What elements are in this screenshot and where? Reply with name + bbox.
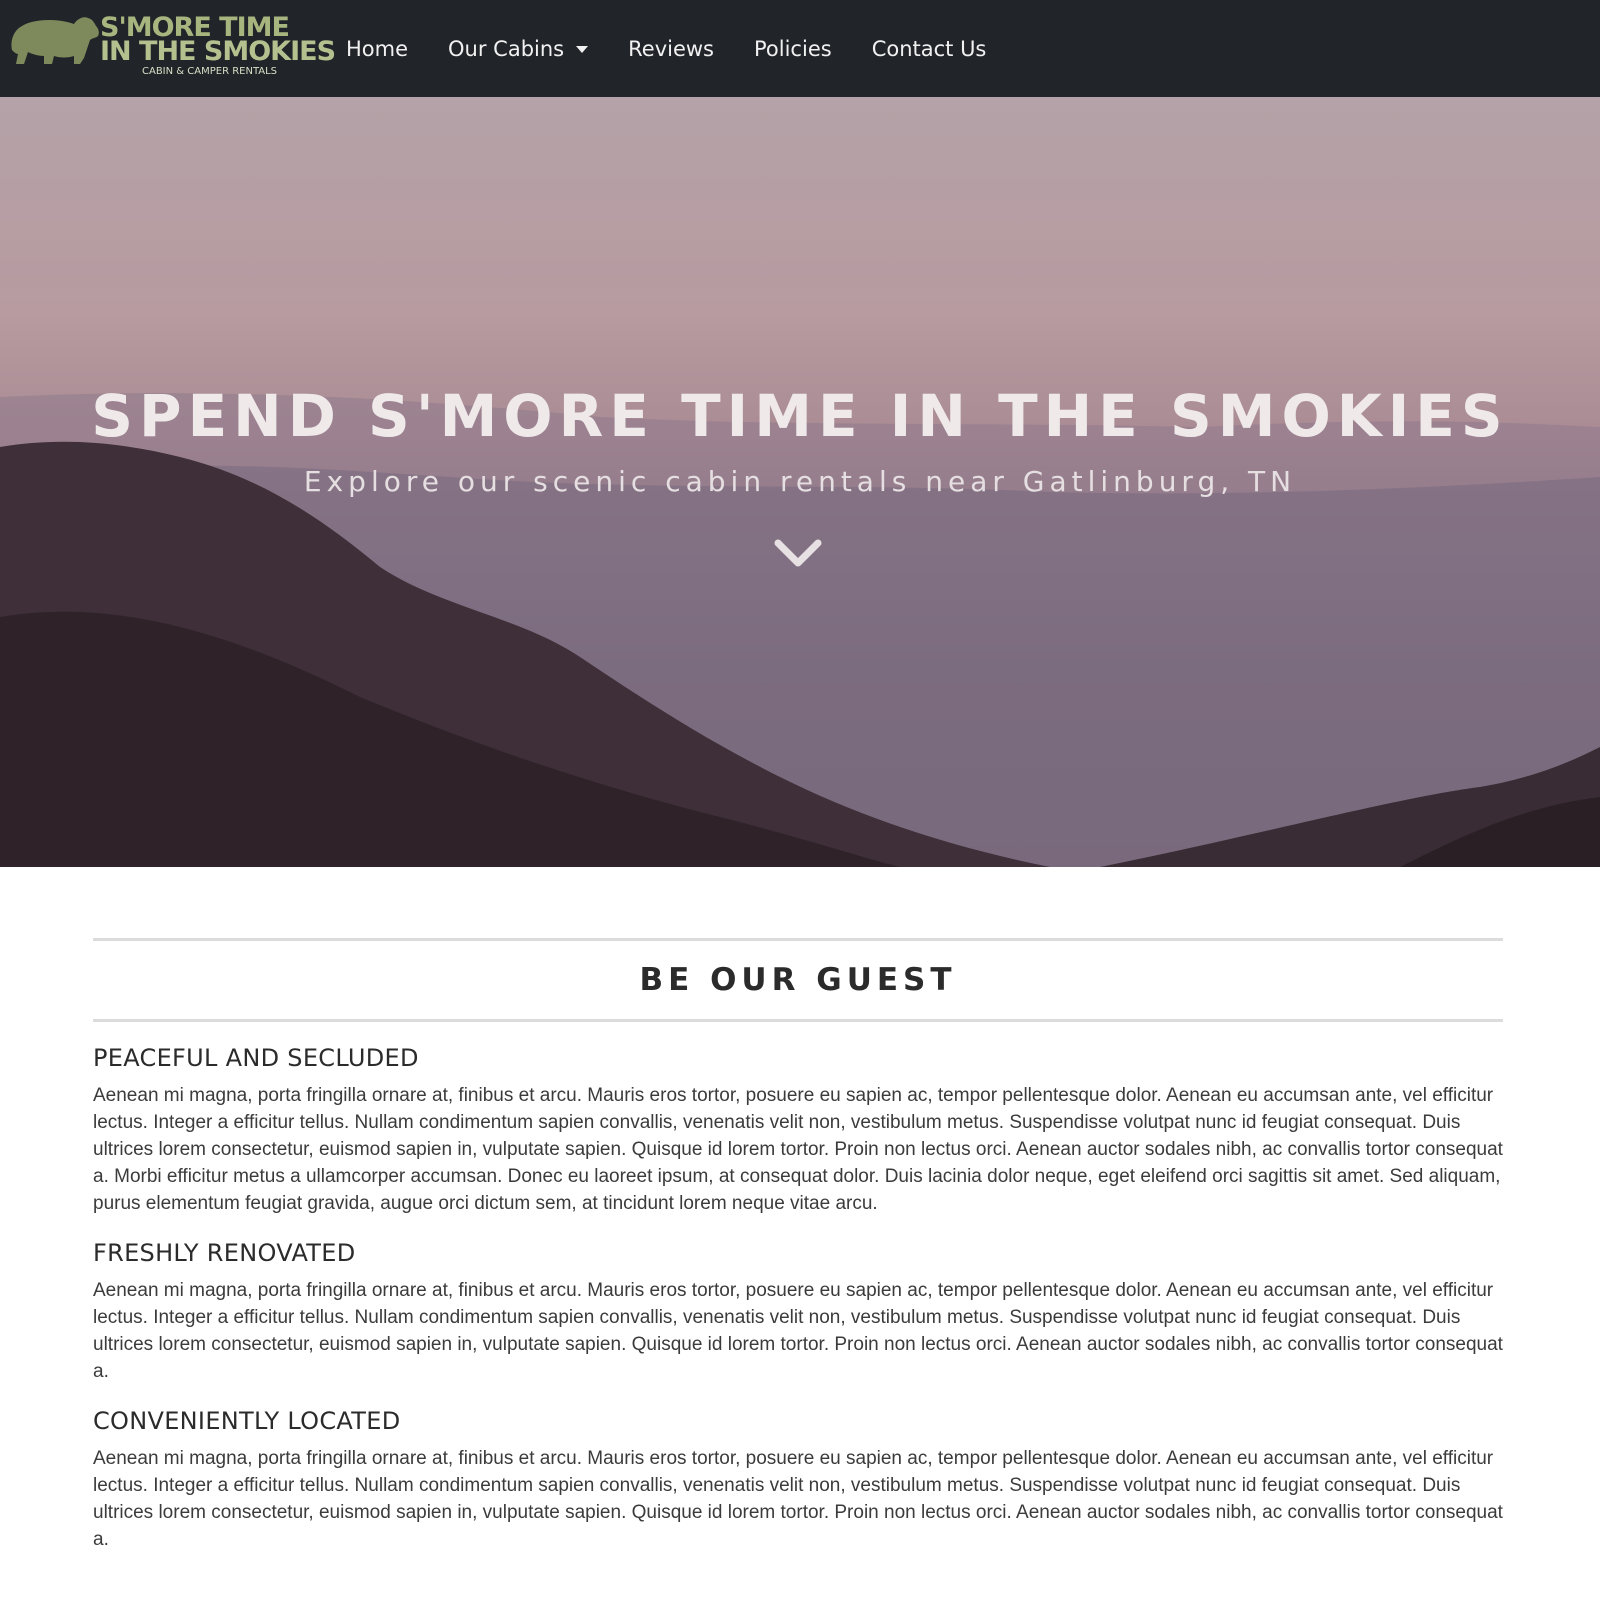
nav-contact-us-label: Contact Us [871, 36, 987, 61]
feature-peaceful: PEACEFUL AND SECLUDED Aenean mi magna, p… [93, 1044, 1503, 1217]
feature-located: CONVENIENTLY LOCATED Aenean mi magna, po… [93, 1407, 1503, 1553]
nav-contact-us[interactable]: Contact Us [872, 37, 987, 61]
feature-heading: FRESHLY RENOVATED [93, 1239, 356, 1267]
feature-heading: PEACEFUL AND SECLUDED [93, 1044, 419, 1072]
feature-text: Aenean mi magna, porta fringilla ornare … [93, 1280, 1503, 1382]
feature-text: Aenean mi magna, porta fringilla ornare … [93, 1085, 1503, 1214]
brand-tagline: CABIN & CAMPER RENTALS [142, 66, 278, 77]
nav-reviews[interactable]: Reviews [628, 37, 714, 61]
nav-reviews-label: Reviews [628, 36, 714, 61]
nav-home[interactable]: Home [346, 37, 408, 61]
divider-bottom [93, 1019, 1503, 1022]
section-title: BE OUR GUEST [639, 962, 957, 998]
brand-line-2: IN THE SMOKIES [100, 36, 336, 67]
nav-policies-label: Policies [754, 36, 832, 61]
hero-banner: SPEND S'MORE TIME IN THE SMOKIES Explore… [0, 97, 1600, 867]
feature-text: Aenean mi magna, porta fringilla ornare … [93, 1448, 1503, 1550]
navbar: S'MORE TIME IN THE SMOKIES CABIN & CAMPE… [0, 0, 1600, 97]
nav-our-cabins-dropdown[interactable]: Our Cabins [448, 36, 589, 61]
main-content: BE OUR GUEST PEACEFUL AND SECLUDED Aenea… [93, 938, 1503, 1553]
brand-logo[interactable]: S'MORE TIME IN THE SMOKIES CABIN & CAMPE… [6, 0, 336, 97]
nav-policies[interactable]: Policies [754, 37, 832, 61]
nav-our-cabins-label: Our Cabins [448, 36, 565, 61]
hero-title: SPEND S'MORE TIME IN THE SMOKIES [91, 382, 1509, 450]
feature-renovated: FRESHLY RENOVATED Aenean mi magna, porta… [93, 1239, 1503, 1385]
nav-home-label: Home [346, 36, 409, 61]
caret-down-icon [576, 46, 589, 53]
feature-heading: CONVENIENTLY LOCATED [93, 1407, 401, 1435]
bear-icon [11, 17, 99, 64]
chevron-down-icon[interactable] [774, 537, 822, 571]
hero-subtitle: Explore our scenic cabin rentals near Ga… [303, 465, 1297, 498]
main-nav: Home Our Cabins Reviews Policies Contact… [346, 0, 1026, 97]
